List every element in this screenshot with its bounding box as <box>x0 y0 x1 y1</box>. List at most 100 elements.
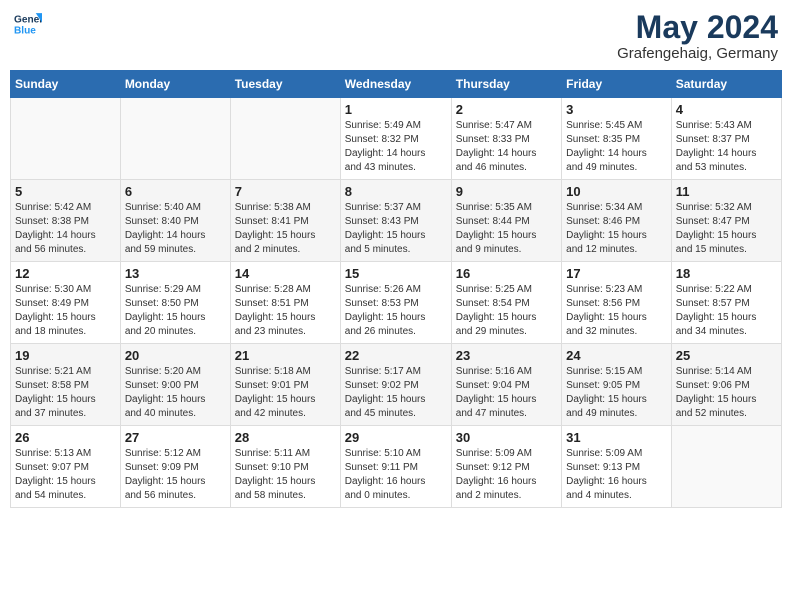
day-info: Sunrise: 5:11 AMSunset: 9:10 PMDaylight:… <box>235 447 336 503</box>
day-number: 29 <box>345 430 447 445</box>
logo-icon: General Blue <box>14 10 42 38</box>
weekday-header-thursday: Thursday <box>451 71 561 98</box>
day-number: 9 <box>456 184 557 199</box>
day-info: Sunrise: 5:10 AMSunset: 9:11 PMDaylight:… <box>345 447 447 503</box>
day-info: Sunrise: 5:38 AMSunset: 8:41 PMDaylight:… <box>235 201 336 257</box>
day-info: Sunrise: 5:43 AMSunset: 8:37 PMDaylight:… <box>676 119 777 175</box>
day-info: Sunrise: 5:37 AMSunset: 8:43 PMDaylight:… <box>345 201 447 257</box>
calendar-cell: 3 Sunrise: 5:45 AMSunset: 8:35 PMDaylight… <box>562 98 672 180</box>
day-info: Sunrise: 5:14 AMSunset: 9:06 PMDaylight:… <box>676 365 777 421</box>
weekday-header-friday: Friday <box>562 71 672 98</box>
day-number: 19 <box>15 348 116 363</box>
day-number: 28 <box>235 430 336 445</box>
calendar-cell: 16 Sunrise: 5:25 AMSunset: 8:54 PMDayligh… <box>451 262 561 344</box>
calendar-cell: 28 Sunrise: 5:11 AMSunset: 9:10 PMDayligh… <box>230 426 340 508</box>
calendar-cell: 4 Sunrise: 5:43 AMSunset: 8:37 PMDaylight… <box>671 98 781 180</box>
calendar-cell: 14 Sunrise: 5:28 AMSunset: 8:51 PMDayligh… <box>230 262 340 344</box>
calendar-cell: 11 Sunrise: 5:32 AMSunset: 8:47 PMDayligh… <box>671 180 781 262</box>
day-info: Sunrise: 5:21 AMSunset: 8:58 PMDaylight:… <box>15 365 116 421</box>
calendar-cell <box>11 98 121 180</box>
day-info: Sunrise: 5:42 AMSunset: 8:38 PMDaylight:… <box>15 201 116 257</box>
calendar-cell <box>230 98 340 180</box>
weekday-header-wednesday: Wednesday <box>340 71 451 98</box>
calendar-table: SundayMondayTuesdayWednesdayThursdayFrid… <box>10 70 782 508</box>
calendar-cell: 13Sunrise: 5:29 AMSunset: 8:50 PMDayligh… <box>120 262 230 344</box>
day-number: 30 <box>456 430 557 445</box>
calendar-cell: 21 Sunrise: 5:18 AMSunset: 9:01 PMDayligh… <box>230 344 340 426</box>
day-number: 2 <box>456 102 557 117</box>
calendar-cell: 31 Sunrise: 5:09 AMSunset: 9:13 PMDayligh… <box>562 426 672 508</box>
day-number: 20 <box>125 348 226 363</box>
weekday-header-sunday: Sunday <box>11 71 121 98</box>
day-number: 13 <box>125 266 226 281</box>
day-info: Sunrise: 5:32 AMSunset: 8:47 PMDaylight:… <box>676 201 777 257</box>
calendar-cell: 7 Sunrise: 5:38 AMSunset: 8:41 PMDaylight… <box>230 180 340 262</box>
calendar-cell: 5 Sunrise: 5:42 AMSunset: 8:38 PMDaylight… <box>11 180 121 262</box>
day-info: Sunrise: 5:49 AMSunset: 8:32 PMDaylight:… <box>345 119 447 175</box>
day-number: 5 <box>15 184 116 199</box>
day-info: Sunrise: 5:15 AMSunset: 9:05 PMDaylight:… <box>566 365 667 421</box>
logo: General Blue <box>14 10 42 38</box>
day-info: Sunrise: 5:23 AMSunset: 8:56 PMDaylight:… <box>566 283 667 339</box>
day-number: 6 <box>125 184 226 199</box>
day-info: Sunrise: 5:34 AMSunset: 8:46 PMDaylight:… <box>566 201 667 257</box>
day-info: Sunrise: 5:13 AMSunset: 9:07 PMDaylight:… <box>15 447 116 503</box>
day-info: Sunrise: 5:28 AMSunset: 8:51 PMDaylight:… <box>235 283 336 339</box>
day-info: Sunrise: 5:18 AMSunset: 9:01 PMDaylight:… <box>235 365 336 421</box>
calendar-body: 1Sunrise: 5:49 AMSunset: 8:32 PMDaylight… <box>11 98 782 508</box>
day-info: Sunrise: 5:45 AMSunset: 8:35 PMDaylight:… <box>566 119 667 175</box>
calendar-cell: 15Sunrise: 5:26 AMSunset: 8:53 PMDayligh… <box>340 262 451 344</box>
calendar-cell: 1Sunrise: 5:49 AMSunset: 8:32 PMDaylight… <box>340 98 451 180</box>
day-number: 16 <box>456 266 557 281</box>
calendar-cell: 20 Sunrise: 5:20 AMSunset: 9:00 PMDayligh… <box>120 344 230 426</box>
main-title: May 2024 <box>617 10 778 45</box>
day-info: Sunrise: 5:16 AMSunset: 9:04 PMDaylight:… <box>456 365 557 421</box>
day-info: Sunrise: 5:20 AMSunset: 9:00 PMDaylight:… <box>125 365 226 421</box>
day-info: Sunrise: 5:35 AMSunset: 8:44 PMDaylight:… <box>456 201 557 257</box>
page-header: General Blue May 2024 Grafengehaig, Germ… <box>10 10 782 62</box>
day-number: 3 <box>566 102 667 117</box>
title-area: May 2024 Grafengehaig, Germany <box>617 10 778 62</box>
day-number: 17 <box>566 266 667 281</box>
calendar-cell: 2Sunrise: 5:47 AMSunset: 8:33 PMDaylight… <box>451 98 561 180</box>
calendar-cell <box>120 98 230 180</box>
calendar-week-row: 1Sunrise: 5:49 AMSunset: 8:32 PMDaylight… <box>11 98 782 180</box>
calendar-cell: 6 Sunrise: 5:40 AMSunset: 8:40 PMDaylight… <box>120 180 230 262</box>
calendar-week-row: 26 Sunrise: 5:13 AMSunset: 9:07 PMDayligh… <box>11 426 782 508</box>
day-number: 4 <box>676 102 777 117</box>
day-info: Sunrise: 5:26 AMSunset: 8:53 PMDaylight:… <box>345 283 447 339</box>
day-number: 26 <box>15 430 116 445</box>
day-number: 12 <box>15 266 116 281</box>
calendar-cell: 25 Sunrise: 5:14 AMSunset: 9:06 PMDayligh… <box>671 344 781 426</box>
day-info: Sunrise: 5:30 AMSunset: 8:49 PMDaylight:… <box>15 283 116 339</box>
weekday-header-saturday: Saturday <box>671 71 781 98</box>
day-number: 10 <box>566 184 667 199</box>
day-number: 11 <box>676 184 777 199</box>
calendar-week-row: 12 Sunrise: 5:30 AMSunset: 8:49 PMDayligh… <box>11 262 782 344</box>
calendar-cell: 26 Sunrise: 5:13 AMSunset: 9:07 PMDayligh… <box>11 426 121 508</box>
weekday-header-row: SundayMondayTuesdayWednesdayThursdayFrid… <box>11 71 782 98</box>
calendar-cell: 18Sunrise: 5:22 AMSunset: 8:57 PMDayligh… <box>671 262 781 344</box>
day-number: 8 <box>345 184 447 199</box>
day-info: Sunrise: 5:09 AMSunset: 9:12 PMDaylight:… <box>456 447 557 503</box>
day-number: 25 <box>676 348 777 363</box>
calendar-cell: 17 Sunrise: 5:23 AMSunset: 8:56 PMDayligh… <box>562 262 672 344</box>
day-number: 7 <box>235 184 336 199</box>
day-number: 27 <box>125 430 226 445</box>
day-info: Sunrise: 5:17 AMSunset: 9:02 PMDaylight:… <box>345 365 447 421</box>
calendar-cell: 23Sunrise: 5:16 AMSunset: 9:04 PMDayligh… <box>451 344 561 426</box>
day-number: 21 <box>235 348 336 363</box>
day-number: 22 <box>345 348 447 363</box>
calendar-cell: 19 Sunrise: 5:21 AMSunset: 8:58 PMDayligh… <box>11 344 121 426</box>
day-info: Sunrise: 5:25 AMSunset: 8:54 PMDaylight:… <box>456 283 557 339</box>
day-number: 18 <box>676 266 777 281</box>
calendar-header: SundayMondayTuesdayWednesdayThursdayFrid… <box>11 71 782 98</box>
calendar-cell: 30 Sunrise: 5:09 AMSunset: 9:12 PMDayligh… <box>451 426 561 508</box>
calendar-cell: 8 Sunrise: 5:37 AMSunset: 8:43 PMDaylight… <box>340 180 451 262</box>
day-number: 31 <box>566 430 667 445</box>
day-number: 14 <box>235 266 336 281</box>
weekday-header-tuesday: Tuesday <box>230 71 340 98</box>
day-info: Sunrise: 5:09 AMSunset: 9:13 PMDaylight:… <box>566 447 667 503</box>
day-info: Sunrise: 5:40 AMSunset: 8:40 PMDaylight:… <box>125 201 226 257</box>
calendar-week-row: 5 Sunrise: 5:42 AMSunset: 8:38 PMDaylight… <box>11 180 782 262</box>
